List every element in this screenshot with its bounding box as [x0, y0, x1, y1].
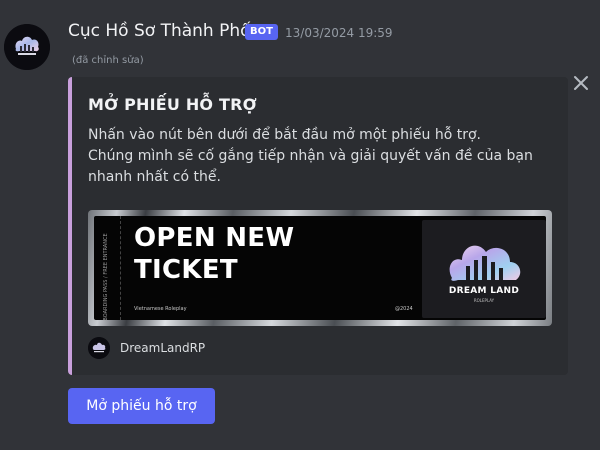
- edited-label: (đã chỉnh sửa): [72, 55, 144, 66]
- close-icon[interactable]: [570, 72, 592, 94]
- embed-footer-text: DreamLandRP: [120, 341, 206, 355]
- embed-title: MỞ PHIẾU HỖ TRỢ: [88, 95, 257, 114]
- ticket-footer-right: @2024: [395, 306, 413, 312]
- embed-image-ticket-banner[interactable]: BOARDING PASS / FREE ENTRANCE OPEN NEW T…: [88, 210, 552, 326]
- ticket-stub: BOARDING PASS / FREE ENTRANCE: [94, 216, 121, 321]
- ticket-heading: OPEN NEW TICKET: [134, 222, 334, 286]
- description-line: nhanh nhất có thể.: [88, 169, 221, 185]
- ticket-heading-line2: TICKET: [134, 255, 238, 285]
- description-line: Nhấn vào nút bên dưới để bắt đầu mở một …: [88, 127, 481, 143]
- footer-avatar: [88, 337, 110, 359]
- close-x-icon: [574, 76, 588, 90]
- dreamland-logo-panel: DREAM LAND ROLEPLAY: [422, 220, 546, 318]
- ticket-embed: MỞ PHIẾU HỖ TRỢ Nhấn vào nút bên dưới để…: [68, 77, 568, 375]
- dreamland-cloud-icon: [449, 245, 521, 281]
- message-timestamp[interactable]: 13/03/2024 19:59: [285, 26, 393, 40]
- description-line: Chúng mình sẽ cố gắng tiếp nhận và giải …: [88, 148, 533, 164]
- ticket-heading-line1: OPEN NEW: [134, 223, 295, 253]
- bot-badge: BOT: [245, 24, 278, 40]
- ticket-footer-left: Vietnamese Roleplay: [134, 306, 187, 312]
- embed-description: Nhấn vào nút bên dưới để bắt đầu mở một …: [88, 125, 548, 188]
- bot-avatar[interactable]: [4, 24, 50, 70]
- open-ticket-button[interactable]: Mở phiếu hỗ trợ: [68, 388, 215, 424]
- stub-text: BOARDING PASS / FREE ENTRANCE: [103, 233, 109, 321]
- dreamland-small-logo-icon: [88, 337, 110, 359]
- logo-text: DREAM LAND: [448, 286, 520, 296]
- author-name[interactable]: Cục Hồ Sơ Thành Phố: [68, 21, 251, 41]
- dreamland-logo-icon: [4, 24, 50, 70]
- logo-subtext: ROLEPLAY: [473, 298, 495, 303]
